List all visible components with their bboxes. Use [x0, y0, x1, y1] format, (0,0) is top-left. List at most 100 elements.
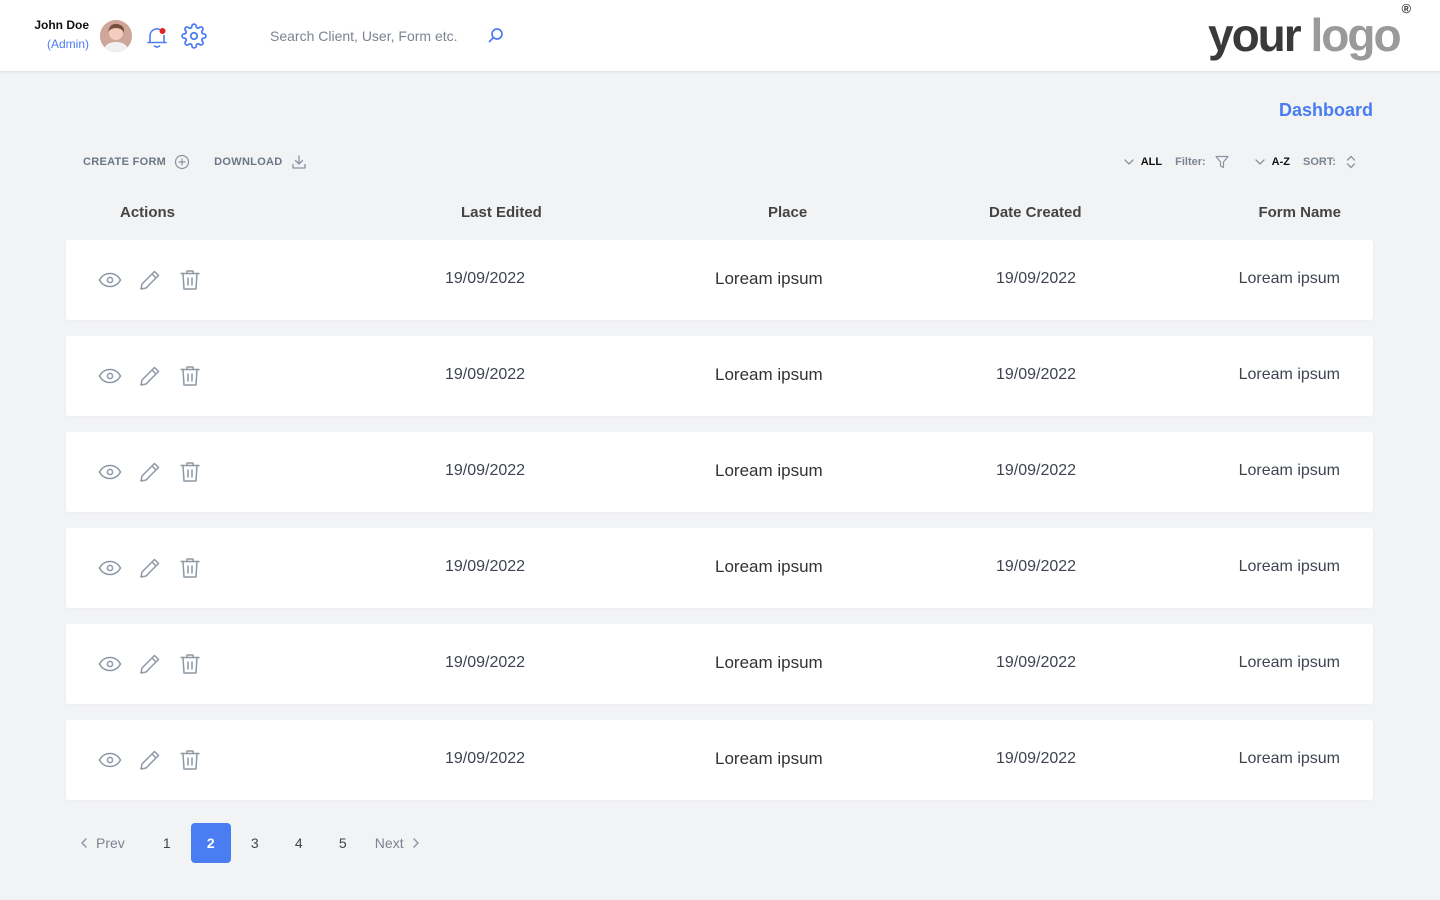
table-row: 19/09/2022 Loream ipsum 19/09/2022 Lorea…	[66, 432, 1373, 512]
avatar[interactable]	[100, 20, 132, 52]
pagination: Prev 1 2 3 4 5 Next	[78, 823, 422, 863]
trash-icon[interactable]	[178, 460, 202, 484]
page-title[interactable]: Dashboard	[1279, 100, 1373, 121]
cell-form-name: Loream ipsum	[1238, 366, 1340, 383]
cell-place: Loream ipsum	[715, 365, 823, 384]
cell-date-created: 19/09/2022	[996, 270, 1077, 287]
download-button[interactable]: DOWNLOAD	[214, 154, 306, 170]
cell-last-edited: 19/09/2022	[445, 558, 526, 575]
sort-label: SORT:	[1303, 156, 1336, 168]
eye-icon[interactable]	[98, 460, 122, 484]
prev-page-button[interactable]: Prev	[78, 835, 125, 851]
chevron-right-icon	[412, 838, 419, 848]
cell-date-created: 19/09/2022	[996, 750, 1077, 767]
cell-form-name: Loream ipsum	[1238, 654, 1340, 671]
page-button-4[interactable]: 4	[279, 823, 319, 863]
cell-place: Loream ipsum	[715, 653, 823, 672]
row-actions	[98, 652, 218, 676]
trash-icon[interactable]	[178, 652, 202, 676]
cell-date-created: 19/09/2022	[996, 366, 1077, 383]
filter-icon	[1215, 155, 1229, 169]
page-button-1[interactable]: 1	[147, 823, 187, 863]
user-info[interactable]: John Doe (Admin)	[33, 18, 89, 51]
download-icon	[291, 155, 306, 169]
search-icon[interactable]	[486, 26, 506, 46]
column-header-last-edited[interactable]: Last Edited	[461, 204, 542, 221]
page-button-2[interactable]: 2	[190, 823, 231, 863]
pencil-icon[interactable]	[138, 268, 162, 292]
eye-icon[interactable]	[98, 748, 122, 772]
logo-text-a: your	[1208, 9, 1311, 61]
table-row: 19/09/2022 Loream ipsum 19/09/2022 Lorea…	[66, 528, 1373, 608]
filter-dropdown[interactable]: ALL Filter:	[1123, 154, 1230, 170]
cell-form-name: Loream ipsum	[1238, 558, 1340, 575]
sort-dropdown[interactable]: A-Z SORT:	[1254, 154, 1358, 170]
bell-icon[interactable]	[146, 25, 168, 49]
cell-date-created: 19/09/2022	[996, 462, 1077, 479]
row-actions	[98, 556, 218, 580]
pencil-icon[interactable]	[138, 556, 162, 580]
cell-form-name: Loream ipsum	[1238, 750, 1340, 767]
chevron-down-icon	[1124, 159, 1134, 165]
download-label: DOWNLOAD	[214, 156, 283, 168]
next-page-button[interactable]: Next	[375, 835, 422, 851]
chevron-down-icon	[1255, 159, 1265, 165]
top-bar: John Doe (Admin) your logo®	[0, 0, 1440, 72]
pencil-icon[interactable]	[138, 460, 162, 484]
table-body: 19/09/2022 Loream ipsum 19/09/2022 Lorea…	[66, 240, 1373, 816]
cell-last-edited: 19/09/2022	[445, 750, 526, 767]
trash-icon[interactable]	[178, 364, 202, 388]
cell-form-name: Loream ipsum	[1238, 270, 1340, 287]
eye-icon[interactable]	[98, 652, 122, 676]
trash-icon[interactable]	[178, 748, 202, 772]
create-form-button[interactable]: CREATE FORM	[83, 154, 190, 170]
user-role: (Admin)	[46, 37, 89, 51]
cell-place: Loream ipsum	[715, 269, 823, 288]
search-input[interactable]	[270, 28, 482, 44]
notification-dot	[159, 28, 166, 34]
sort-arrows-icon	[1346, 155, 1356, 169]
cell-place: Loream ipsum	[715, 461, 823, 480]
eye-icon[interactable]	[98, 268, 122, 292]
page-button-5[interactable]: 5	[323, 823, 363, 863]
filter-value: ALL	[1140, 156, 1163, 168]
column-header-actions[interactable]: Actions	[120, 204, 175, 221]
cell-date-created: 19/09/2022	[996, 558, 1077, 575]
filter-label: Filter:	[1175, 156, 1206, 168]
prev-label: Prev	[96, 835, 125, 851]
row-actions	[98, 460, 218, 484]
table-row: 19/09/2022 Loream ipsum 19/09/2022 Lorea…	[66, 336, 1373, 416]
cell-place: Loream ipsum	[715, 557, 823, 576]
pencil-icon[interactable]	[138, 652, 162, 676]
cell-last-edited: 19/09/2022	[445, 366, 526, 383]
next-label: Next	[374, 835, 404, 851]
row-actions	[98, 364, 218, 388]
row-actions	[98, 748, 218, 772]
column-header-form-name[interactable]: Form Name	[1258, 204, 1341, 221]
registered-mark: ®	[1401, 0, 1412, 16]
cell-last-edited: 19/09/2022	[445, 462, 526, 479]
table-row: 19/09/2022 Loream ipsum 19/09/2022 Lorea…	[66, 720, 1373, 800]
trash-icon[interactable]	[178, 268, 202, 292]
pencil-icon[interactable]	[138, 748, 162, 772]
logo-text-b: logo	[1310, 9, 1401, 61]
gear-icon[interactable]	[181, 23, 207, 49]
eye-icon[interactable]	[98, 364, 122, 388]
column-header-date-created[interactable]: Date Created	[989, 204, 1082, 221]
cell-last-edited: 19/09/2022	[445, 270, 526, 287]
page-button-3[interactable]: 3	[235, 823, 275, 863]
column-header-place[interactable]: Place	[768, 204, 807, 221]
pencil-icon[interactable]	[138, 364, 162, 388]
user-name: John Doe	[34, 18, 89, 32]
eye-icon[interactable]	[98, 556, 122, 580]
logo[interactable]: your logo®	[1208, 1, 1411, 62]
cell-place: Loream ipsum	[715, 749, 823, 768]
cell-form-name: Loream ipsum	[1238, 462, 1340, 479]
chevron-left-icon	[81, 838, 87, 848]
row-actions	[98, 268, 218, 292]
toolbar-left: CREATE FORM DOWNLOAD	[83, 154, 331, 170]
table-row: 19/09/2022 Loream ipsum 19/09/2022 Lorea…	[66, 624, 1373, 704]
trash-icon[interactable]	[178, 556, 202, 580]
table-row: 19/09/2022 Loream ipsum 19/09/2022 Lorea…	[66, 240, 1373, 320]
plus-circle-icon	[175, 154, 190, 170]
